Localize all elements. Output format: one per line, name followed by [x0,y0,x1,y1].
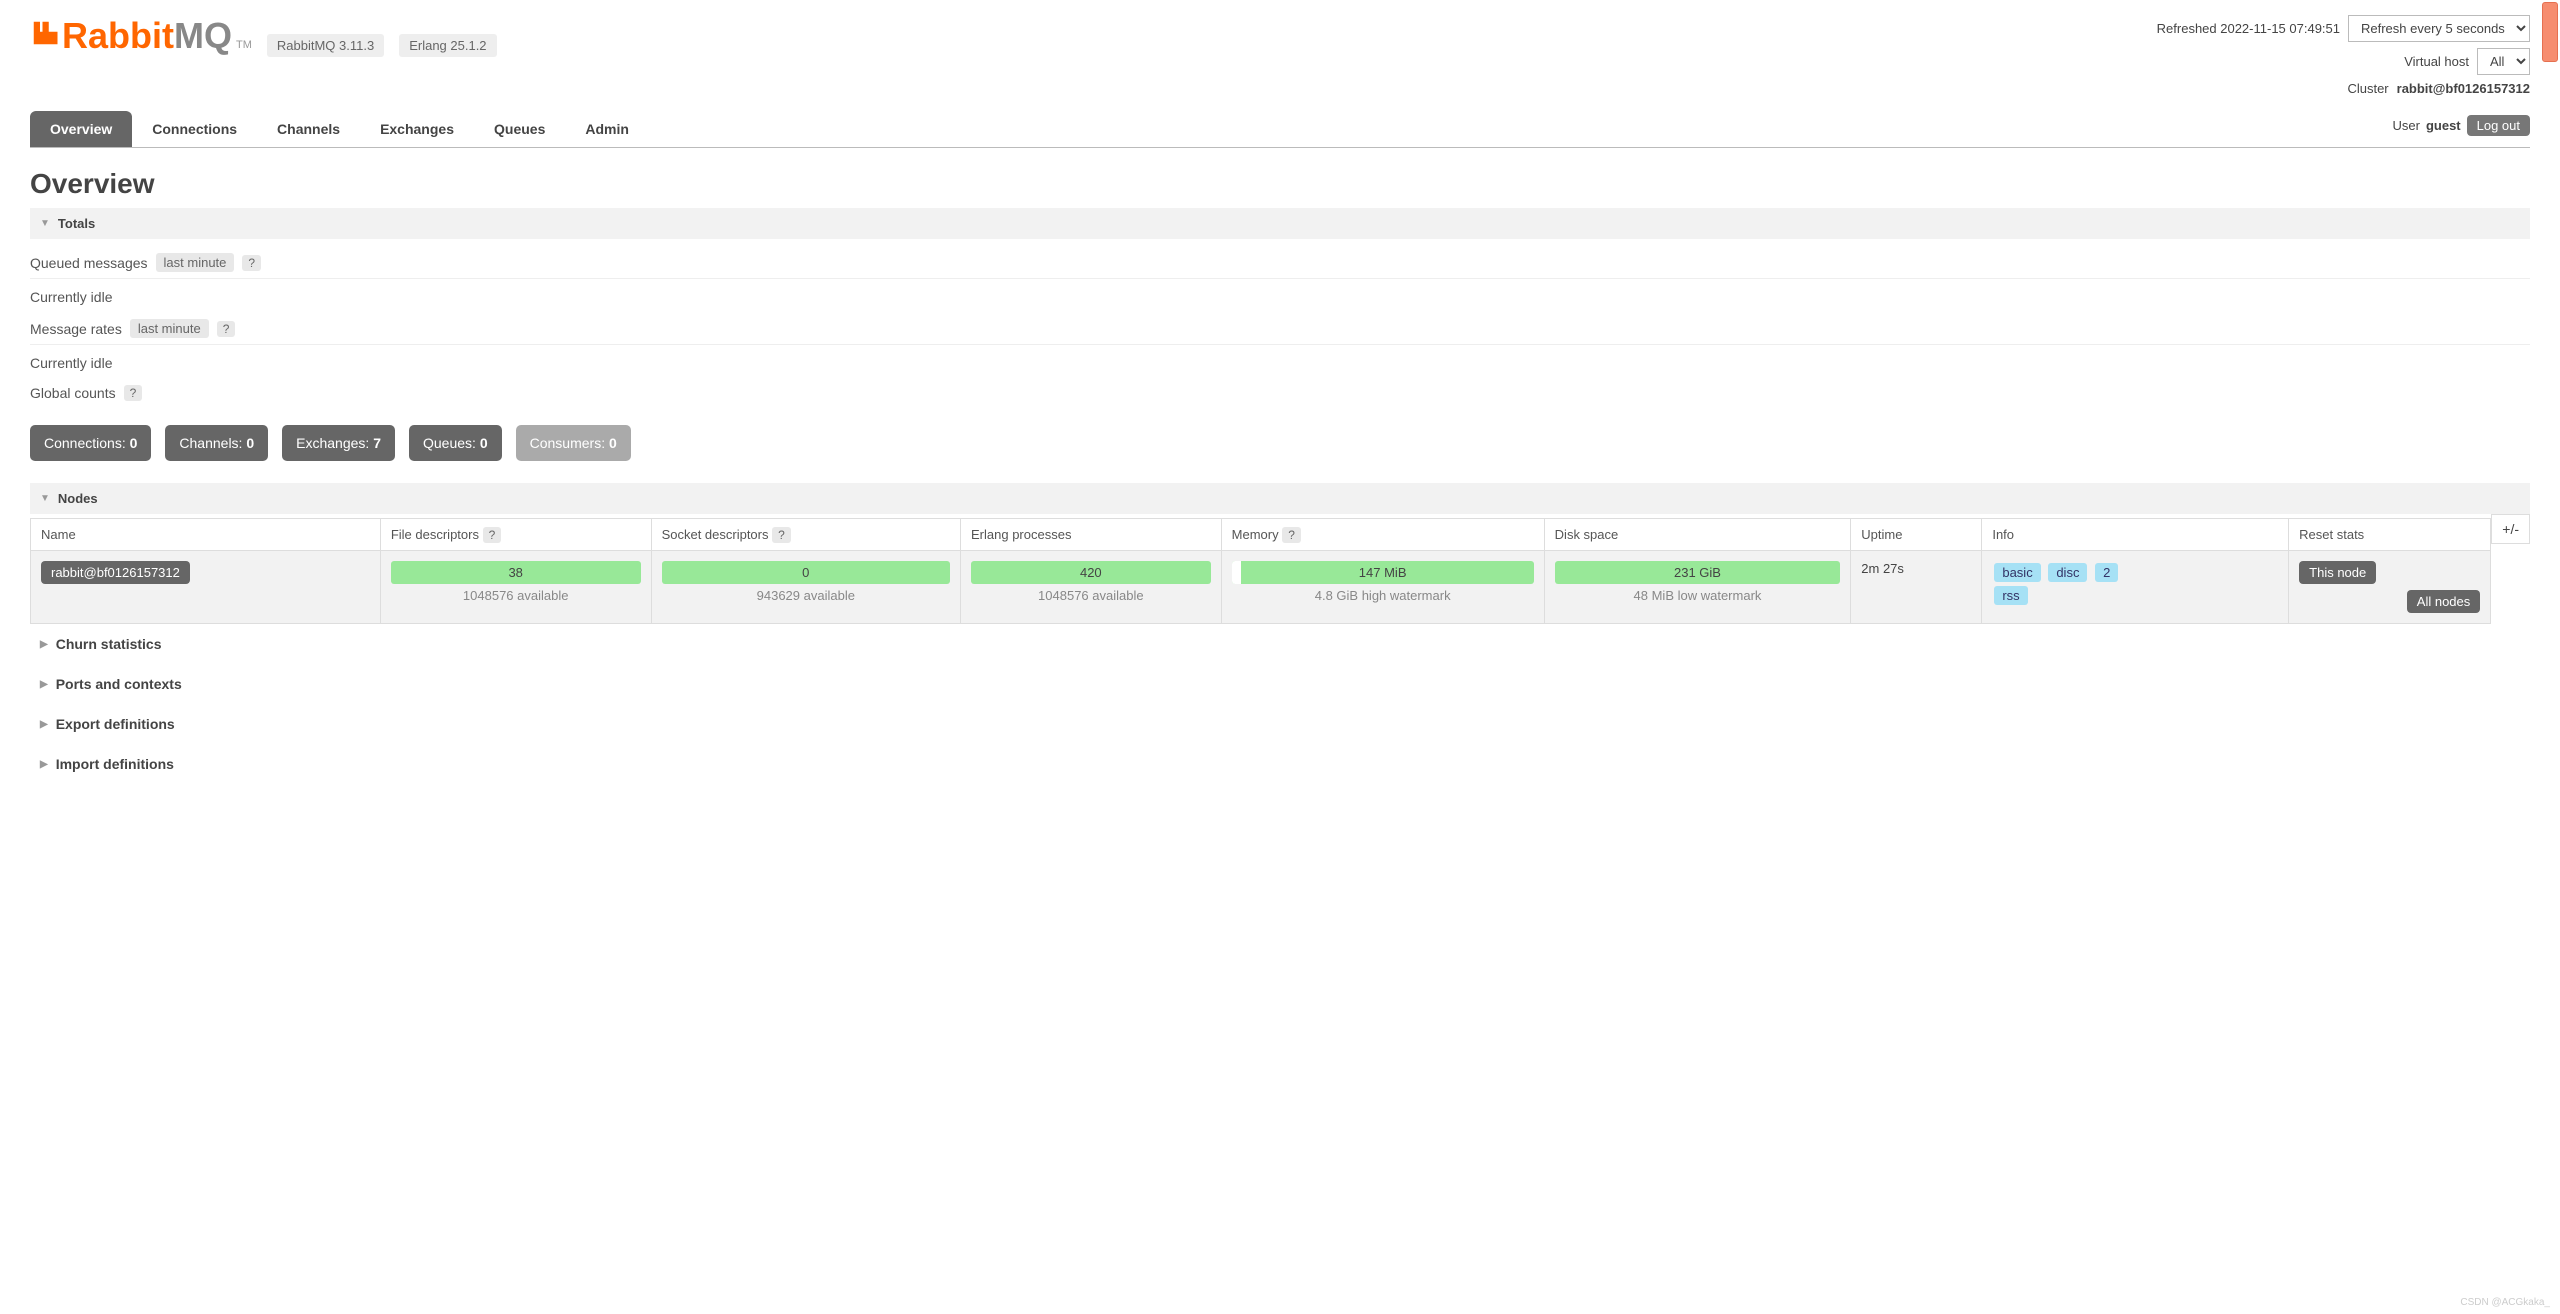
help-icon[interactable]: ? [772,527,791,543]
logo-text-mq: MQ [174,15,232,57]
col-fd: File descriptors ? [380,519,651,551]
erlang-version-badge: Erlang 25.1.2 [399,34,496,57]
info-disc[interactable]: disc [2048,563,2087,582]
mem-bar: 147 MiB [1232,561,1534,584]
logout-button[interactable]: Log out [2467,115,2530,136]
sd-sub: 943629 available [662,588,950,603]
help-icon[interactable]: ? [483,527,502,543]
logo-text-rabbit: Rabbit [62,15,174,57]
col-reset: Reset stats [2289,519,2491,551]
logo[interactable]: RabbitMQ TM [30,15,252,57]
info-rss[interactable]: rss [1994,586,2027,605]
section-totals-header[interactable]: ▼ Totals [30,208,2530,239]
reset-all-nodes-button[interactable]: All nodes [2407,590,2480,613]
rates-timeframe[interactable]: last minute [130,319,209,338]
col-info: Info [1982,519,2289,551]
section-nodes-label: Nodes [58,491,98,506]
info-2[interactable]: 2 [2095,563,2118,582]
count-connections[interactable]: Connections: 0 [30,425,151,461]
tab-connections[interactable]: Connections [132,111,257,147]
chevron-right-icon: ▶ [40,679,48,690]
info-basic[interactable]: basic [1994,563,2040,582]
disk-sub: 48 MiB low watermark [1555,588,1841,603]
help-icon[interactable]: ? [217,321,236,337]
rates-idle-text: Currently idle [30,355,2530,371]
tab-admin[interactable]: Admin [565,111,649,147]
section-churn[interactable]: ▶ Churn statistics [30,624,2530,664]
refreshed-label: Refreshed 2022-11-15 07:49:51 [2157,21,2340,36]
queued-messages-label: Queued messages [30,255,148,271]
logo-section: RabbitMQ TM RabbitMQ 3.11.3 Erlang 25.1.… [30,15,497,57]
chevron-down-icon: ▼ [40,218,50,229]
section-ports[interactable]: ▶ Ports and contexts [30,664,2530,704]
nodes-table: Name File descriptors ? Socket descripto… [30,518,2491,624]
sd-bar: 0 [662,561,950,584]
chevron-down-icon: ▼ [40,493,50,504]
reset-this-node-button[interactable]: This node [2299,561,2376,584]
vhost-select[interactable]: All [2477,48,2530,75]
count-channels[interactable]: Channels: 0 [165,425,268,461]
cluster-label: Cluster [2347,81,2388,96]
node-name-badge[interactable]: rabbit@bf0126157312 [41,561,190,584]
col-uptime: Uptime [1851,519,1982,551]
message-rates-label: Message rates [30,321,122,337]
section-totals-label: Totals [58,216,95,231]
help-icon[interactable]: ? [124,385,143,401]
chevron-right-icon: ▶ [40,639,48,650]
tab-exchanges[interactable]: Exchanges [360,111,474,147]
global-counts-row: Connections: 0 Channels: 0 Exchanges: 7 … [30,425,2530,461]
col-ep: Erlang processes [961,519,1222,551]
tab-overview[interactable]: Overview [30,111,132,147]
logo-tm: TM [236,39,252,51]
uptime-cell: 2m 27s [1851,551,1982,624]
table-row: rabbit@bf0126157312 38 1048576 available… [31,551,2491,624]
count-queues[interactable]: Queues: 0 [409,425,502,461]
help-icon[interactable]: ? [1282,527,1301,543]
col-sd: Socket descriptors ? [651,519,960,551]
disk-bar: 231 GiB [1555,561,1841,584]
chevron-right-icon: ▶ [40,759,48,770]
tab-channels[interactable]: Channels [257,111,360,147]
count-exchanges[interactable]: Exchanges: 7 [282,425,395,461]
col-mem: Memory ? [1221,519,1544,551]
fd-bar: 38 [391,561,641,584]
mem-sub: 4.8 GiB high watermark [1232,588,1534,603]
user-label: User [2393,118,2420,133]
nav-tabs: Overview Connections Channels Exchanges … [30,111,2530,148]
cluster-value: rabbit@bf0126157312 [2397,81,2530,96]
queued-idle-text: Currently idle [30,289,2530,305]
help-icon[interactable]: ? [242,255,261,271]
col-disk: Disk space [1544,519,1851,551]
tab-queues[interactable]: Queues [474,111,565,147]
section-export[interactable]: ▶ Export definitions [30,704,2530,744]
user-value: guest [2426,118,2461,133]
count-consumers[interactable]: Consumers: 0 [516,425,631,461]
vhost-label: Virtual host [2404,54,2469,69]
scrollbar-thumb[interactable] [2542,2,2558,62]
global-counts-label: Global counts [30,385,116,401]
rabbit-icon [30,18,60,55]
rabbitmq-version-badge: RabbitMQ 3.11.3 [267,34,384,57]
ep-bar: 420 [971,561,1211,584]
chevron-right-icon: ▶ [40,719,48,730]
fd-sub: 1048576 available [391,588,641,603]
col-name: Name [31,519,381,551]
page-title: Overview [30,168,2530,200]
watermark: CSDN @ACGkaka_ [2460,1297,2550,1308]
expand-columns-button[interactable]: +/- [2491,514,2530,544]
section-import[interactable]: ▶ Import definitions [30,744,2530,784]
refresh-interval-select[interactable]: Refresh every 5 seconds [2348,15,2530,42]
ep-sub: 1048576 available [971,588,1211,603]
queued-timeframe[interactable]: last minute [156,253,235,272]
header-right: Refreshed 2022-11-15 07:49:51 Refresh ev… [2157,15,2530,96]
section-nodes-header[interactable]: ▼ Nodes [30,483,2530,514]
